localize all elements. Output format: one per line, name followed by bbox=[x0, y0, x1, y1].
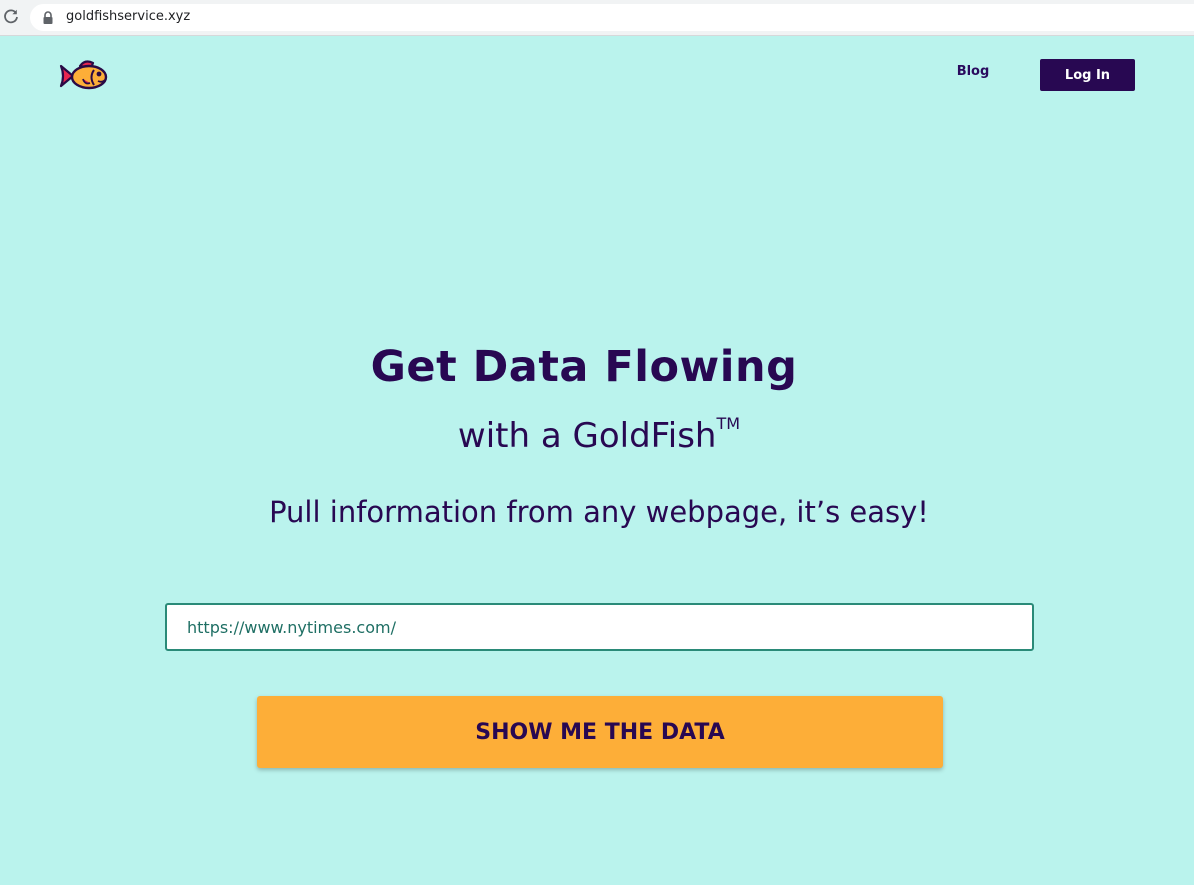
address-bar[interactable]: goldfishservice.xyz bbox=[30, 4, 1194, 31]
address-url: goldfishservice.xyz bbox=[66, 9, 191, 24]
lock-icon bbox=[42, 10, 54, 24]
hero-tagline: Pull information from any webpage, it’s … bbox=[269, 495, 929, 529]
hero-subtitle: with a GoldFishTM bbox=[0, 414, 1194, 456]
hero-subtitle-text: with a GoldFish bbox=[457, 416, 717, 456]
goldfish-logo-icon[interactable] bbox=[58, 58, 110, 94]
url-input[interactable] bbox=[165, 603, 1034, 651]
trademark-mark: TM bbox=[716, 414, 741, 433]
reload-icon[interactable] bbox=[2, 8, 20, 26]
login-button[interactable]: Log In bbox=[1040, 59, 1135, 91]
landing-page: Blog Log In Get Data Flowing with a Gold… bbox=[0, 36, 1194, 885]
hero-title: Get Data Flowing bbox=[370, 342, 798, 392]
browser-toolbar: goldfishservice.xyz bbox=[0, 0, 1194, 36]
nav-blog-link[interactable]: Blog bbox=[944, 64, 1002, 79]
show-data-button[interactable]: SHOW ME THE DATA bbox=[257, 696, 943, 768]
